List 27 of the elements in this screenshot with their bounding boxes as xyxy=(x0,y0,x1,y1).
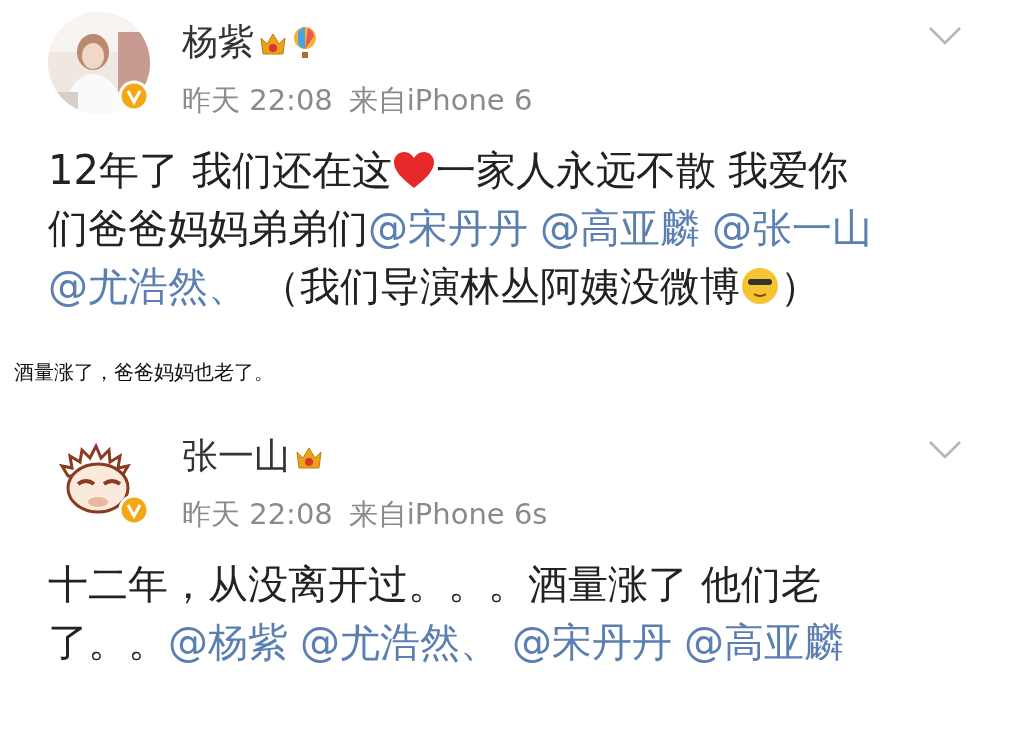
post-time: 昨天 22:08 xyxy=(182,82,333,119)
author-name[interactable]: 张一山 xyxy=(182,432,290,481)
post-time: 昨天 22:08 xyxy=(182,496,333,533)
mention-link[interactable]: @高亚麟 xyxy=(684,613,844,671)
mention-link[interactable]: @杨紫 xyxy=(168,613,288,671)
chevron-down-icon[interactable] xyxy=(928,26,962,46)
post-text: 十二年，从没离开过。。。酒量涨了 他们老 xyxy=(48,560,822,609)
mention-link[interactable]: @高亚麟 xyxy=(540,199,700,257)
mention-link[interactable]: @张一山 xyxy=(712,199,872,257)
verified-badge-icon xyxy=(118,494,150,526)
balloon-icon xyxy=(292,25,318,60)
post-text: 们爸爸妈妈弟弟们@宋丹丹 @高亚麟 @张一山 xyxy=(48,199,1011,257)
post-text: @尤浩然、 （我们导演林丛阿姨没微博 ） xyxy=(48,257,1011,315)
caption-text: 酒量涨了，爸爸妈妈也老了。 xyxy=(14,359,275,386)
verified-badge-icon xyxy=(118,80,150,112)
post-text: 了。。@杨紫 @尤浩然、 @宋丹丹 @高亚麟 xyxy=(48,613,1011,671)
mention-link[interactable]: @尤浩然、 xyxy=(48,257,248,315)
mention-link[interactable]: @宋丹丹 xyxy=(368,199,528,257)
mention-link[interactable]: @尤浩然、 xyxy=(300,613,500,671)
post-text: 12年了 我们还在这 一家人永远不散 我爱你 xyxy=(48,146,850,195)
emoji-icon xyxy=(740,266,780,306)
mention-link[interactable]: @宋丹丹 xyxy=(512,613,672,671)
heart-icon xyxy=(391,150,436,190)
chevron-down-icon[interactable] xyxy=(928,440,962,460)
post-source: 来自iPhone 6 xyxy=(348,82,533,119)
author-name[interactable]: 杨紫 xyxy=(182,18,254,67)
post-source: 来自iPhone 6s xyxy=(348,496,548,533)
